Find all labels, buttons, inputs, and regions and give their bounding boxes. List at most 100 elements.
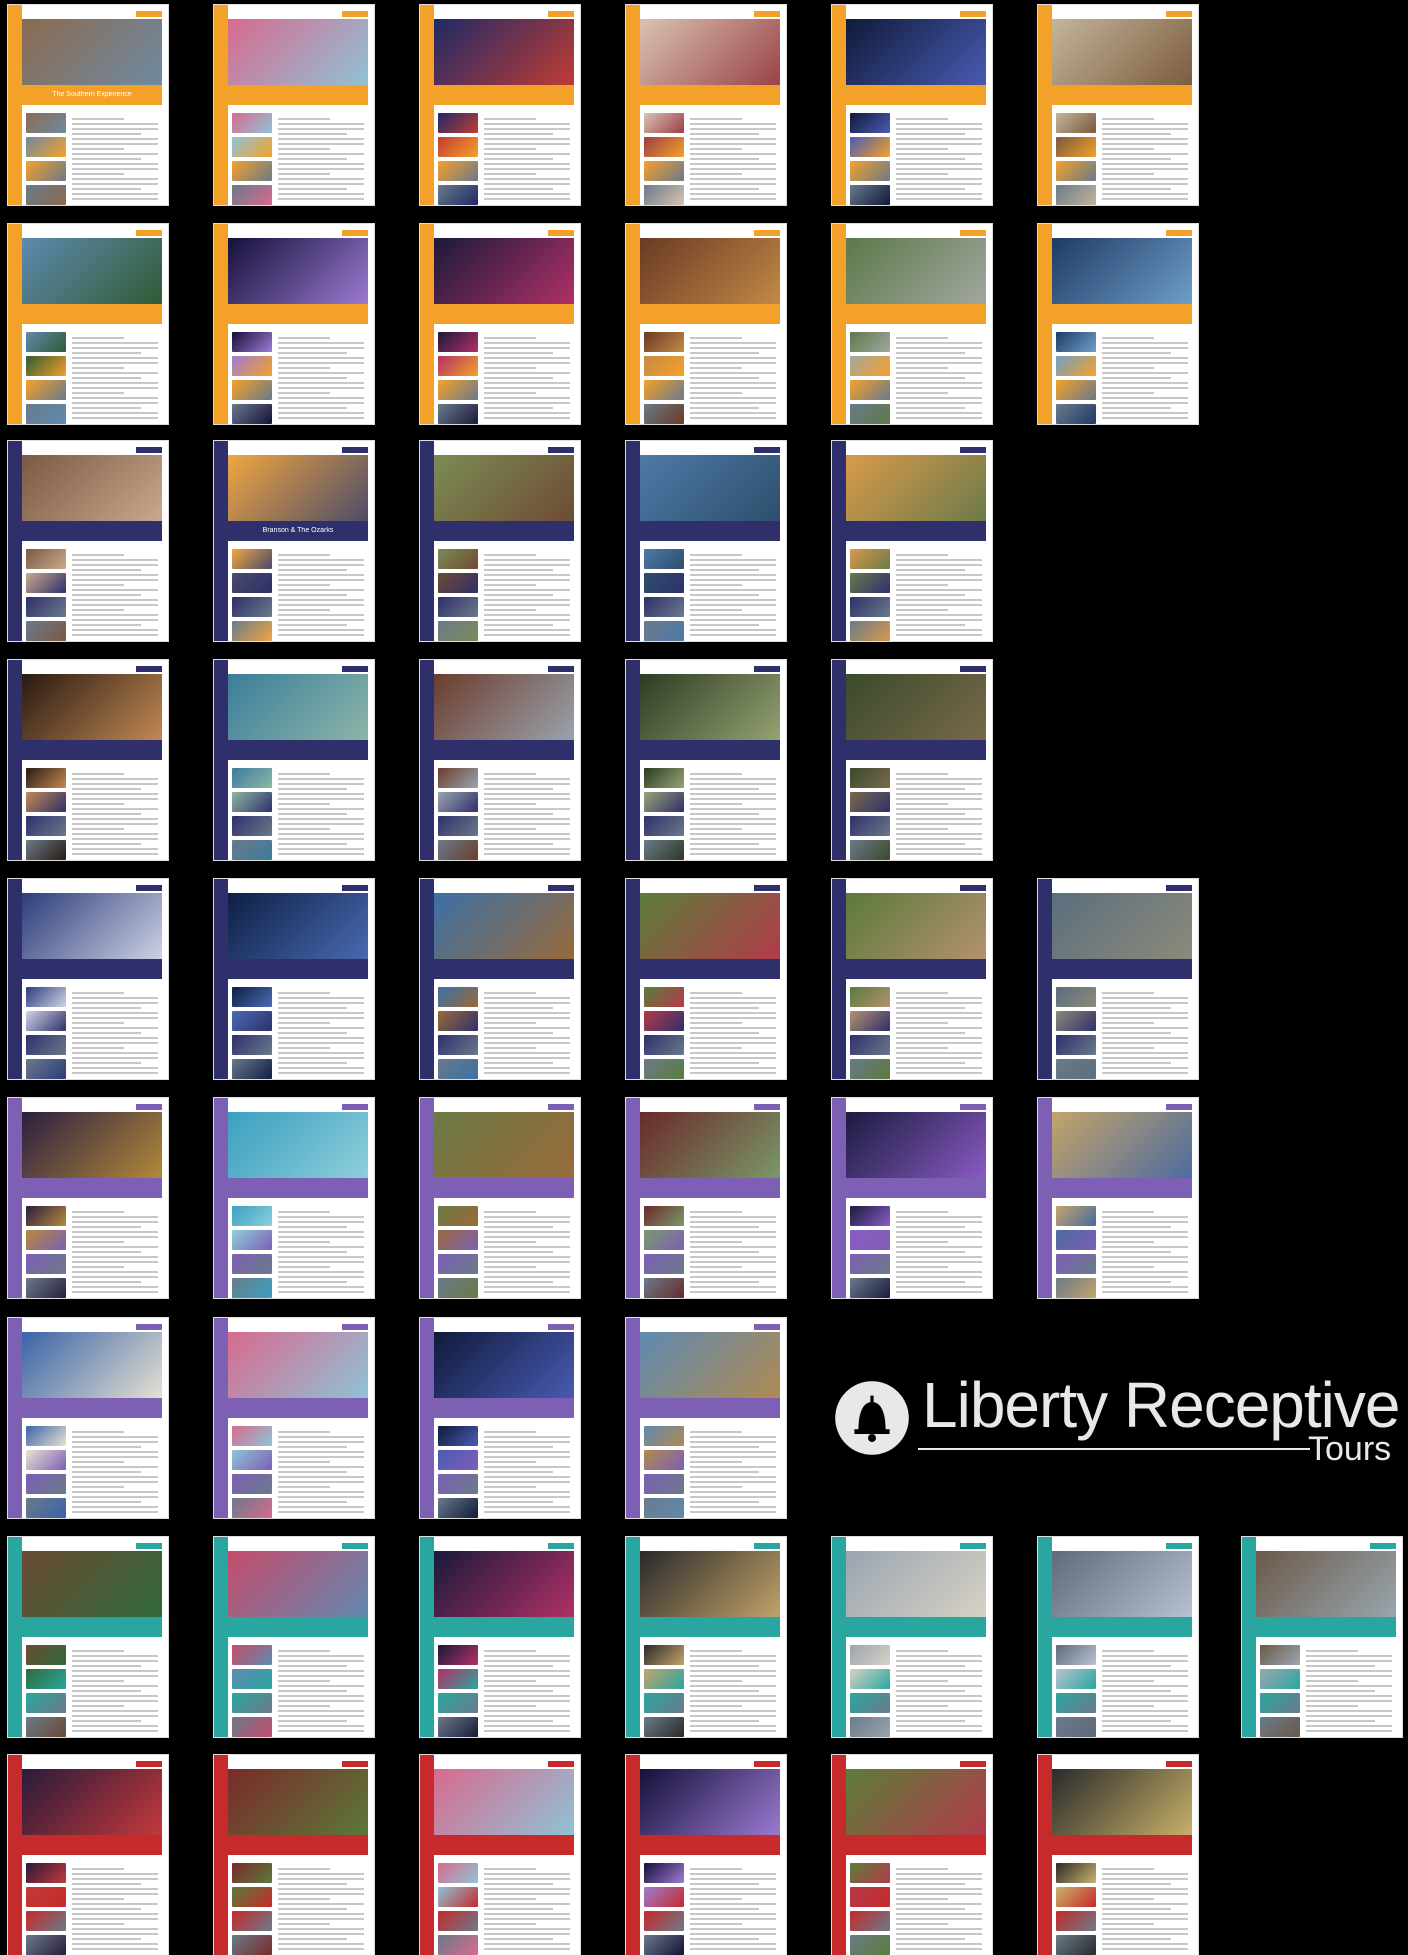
- brochure-thumbnail: [232, 356, 272, 376]
- text-line: [1306, 1665, 1375, 1667]
- brochure-card[interactable]: [8, 1537, 168, 1737]
- brochure-card[interactable]: [420, 660, 580, 860]
- text-line: [1102, 1665, 1171, 1667]
- brochure-card[interactable]: [214, 1755, 374, 1955]
- brochure-card[interactable]: [8, 441, 168, 641]
- brochure-card[interactable]: [214, 1318, 374, 1518]
- brochure-card[interactable]: [832, 1755, 992, 1955]
- text-line: [690, 838, 776, 840]
- brochure-card[interactable]: [214, 1537, 374, 1737]
- brochure-card[interactable]: [420, 1537, 580, 1737]
- text-line: [278, 402, 364, 404]
- brochure-card[interactable]: [420, 879, 580, 1079]
- text-line: [278, 629, 364, 631]
- text-line: [484, 1216, 570, 1218]
- brochure-card[interactable]: [626, 5, 786, 205]
- brochure-card[interactable]: [8, 879, 168, 1079]
- brochure-card[interactable]: [832, 224, 992, 424]
- brochure-thumbnail: [232, 1474, 272, 1494]
- text-line: [72, 1032, 141, 1034]
- brochure-card[interactable]: [832, 1537, 992, 1737]
- brochure-card[interactable]: [214, 879, 374, 1079]
- brochure-thumbnails: [232, 332, 272, 424]
- brochure-card[interactable]: [626, 1755, 786, 1955]
- text-line: [896, 1072, 982, 1074]
- brochure-thumbnail: [438, 1206, 478, 1226]
- text-line: [896, 1211, 948, 1213]
- text-line: [690, 599, 776, 601]
- brochure-card[interactable]: [8, 1755, 168, 1955]
- brochure-card[interactable]: [214, 224, 374, 424]
- brochure-card[interactable]: [1038, 224, 1198, 424]
- text-line: [278, 1251, 347, 1253]
- brochure-card[interactable]: [626, 441, 786, 641]
- text-line: [690, 808, 776, 810]
- text-line: [278, 1451, 364, 1453]
- brochure-card[interactable]: [832, 879, 992, 1079]
- brochure-card[interactable]: [8, 660, 168, 860]
- text-line: [72, 848, 158, 850]
- text-line: [278, 1730, 364, 1732]
- text-line: [1102, 1251, 1171, 1253]
- brochure-card[interactable]: [214, 660, 374, 860]
- brochure-card[interactable]: [1038, 1537, 1198, 1737]
- brochure-card[interactable]: [1242, 1537, 1402, 1737]
- text-line: [1102, 1883, 1171, 1885]
- brochure-card[interactable]: [626, 1098, 786, 1298]
- brochure-card[interactable]: [8, 224, 168, 424]
- text-line: [1102, 1256, 1188, 1258]
- brochure-card[interactable]: Branson & The Ozarks: [214, 441, 374, 641]
- brochure-card[interactable]: [214, 1098, 374, 1298]
- brochure-thumbnails: [850, 1206, 890, 1298]
- brochure-card[interactable]: [214, 5, 374, 205]
- brochure-thumbnails: [850, 987, 890, 1079]
- brochure-card[interactable]: [626, 1537, 786, 1737]
- brochure-card[interactable]: [420, 224, 580, 424]
- brochure-card[interactable]: [1038, 5, 1198, 205]
- text-line: [1102, 362, 1188, 364]
- brochure-card[interactable]: [420, 1098, 580, 1298]
- brochure-card[interactable]: [1038, 879, 1198, 1079]
- brochure-top-accent: [136, 447, 162, 453]
- text-line: [484, 778, 570, 780]
- brochure-card[interactable]: [420, 1755, 580, 1955]
- text-line: [1102, 367, 1154, 369]
- brochure-card[interactable]: [832, 5, 992, 205]
- text-line: [896, 1221, 982, 1223]
- text-line: [896, 579, 982, 581]
- brochure-card[interactable]: [420, 5, 580, 205]
- brochure-card[interactable]: [1038, 1755, 1198, 1955]
- brochure-thumbnail: [644, 332, 684, 352]
- brochure-thumbnails: [644, 1426, 684, 1518]
- brochure-card[interactable]: [8, 1318, 168, 1518]
- brochure-card[interactable]: [832, 441, 992, 641]
- brochure-side-strip: [214, 1098, 228, 1298]
- brochure-card[interactable]: [626, 660, 786, 860]
- brochure-card[interactable]: [8, 1098, 168, 1298]
- text-line: [72, 1276, 158, 1278]
- text-line: [72, 1491, 158, 1493]
- brochure-card[interactable]: [626, 224, 786, 424]
- text-line: [72, 1221, 158, 1223]
- brochure-thumbnail: [644, 1911, 684, 1931]
- text-line: [484, 619, 570, 621]
- text-line: [484, 1231, 570, 1233]
- brochure-thumbnail: [644, 621, 684, 641]
- text-line: [484, 1481, 570, 1483]
- text-line: [72, 1062, 141, 1064]
- brochure-card[interactable]: [626, 1318, 786, 1518]
- brochure-card[interactable]: [420, 441, 580, 641]
- text-line: [278, 1461, 330, 1463]
- brochure-thumbnail: [232, 113, 272, 133]
- brochure-card[interactable]: [626, 879, 786, 1079]
- text-line: [690, 123, 776, 125]
- text-line: [484, 1057, 570, 1059]
- brochure-card[interactable]: [420, 1318, 580, 1518]
- text-line: [72, 1933, 158, 1935]
- brochure-card[interactable]: [1038, 1098, 1198, 1298]
- brochure-card[interactable]: [832, 660, 992, 860]
- brochure-card[interactable]: The Southern Experience: [8, 5, 168, 205]
- brochure-body-text: [484, 1647, 570, 1735]
- brochure-card[interactable]: [832, 1098, 992, 1298]
- text-line: [896, 1685, 982, 1687]
